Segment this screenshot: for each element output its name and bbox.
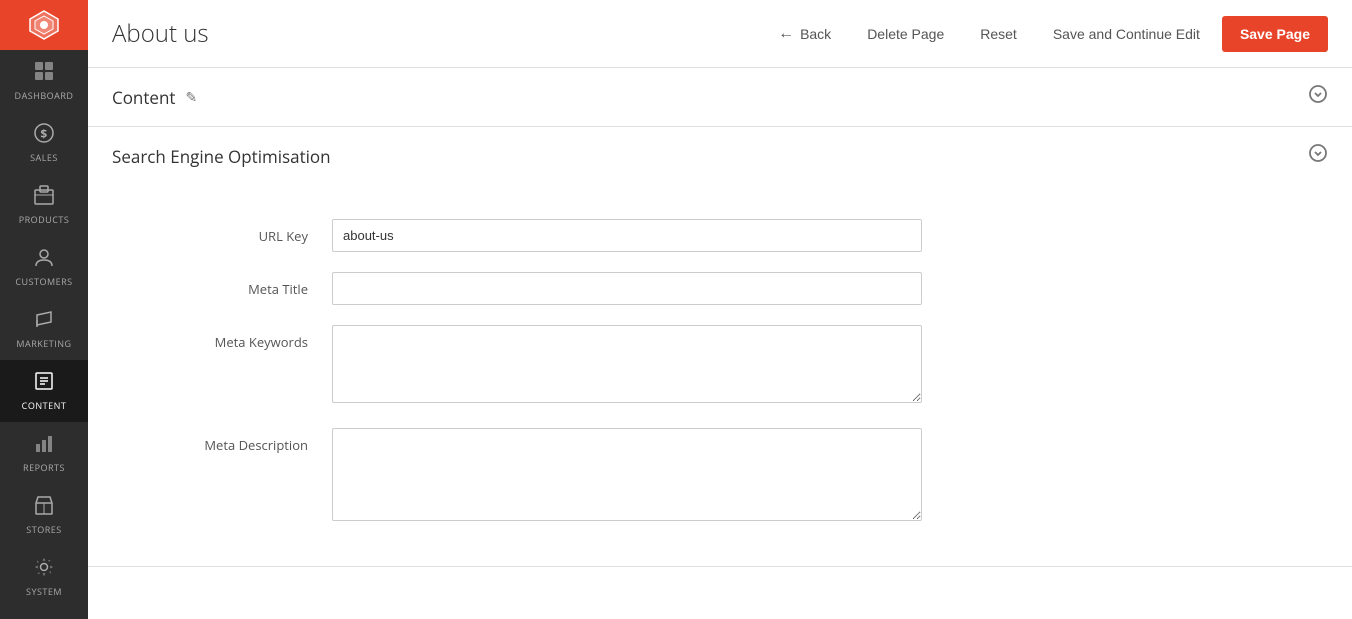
reports-icon — [33, 432, 55, 457]
sales-icon: $ — [33, 122, 55, 147]
reset-label: Reset — [980, 26, 1017, 42]
back-arrow-icon: ← — [778, 25, 794, 43]
sidebar-item-sales[interactable]: $ SALES — [0, 112, 88, 174]
content-section-header[interactable]: Content ✎ — [88, 68, 1352, 126]
seo-form: URL Key Meta Title Meta Keywords — [88, 185, 1352, 566]
sidebar-item-stores[interactable]: STORES — [0, 484, 88, 546]
edit-icon[interactable]: ✎ — [185, 88, 197, 107]
save-page-button[interactable]: Save Page — [1222, 16, 1328, 52]
reset-button[interactable]: Reset — [966, 18, 1031, 50]
content-section-title: Content ✎ — [112, 86, 197, 109]
sidebar-item-content[interactable]: CONTENT — [0, 360, 88, 422]
back-label: Back — [800, 26, 831, 42]
delete-label: Delete Page — [867, 26, 944, 42]
meta-title-row: Meta Title — [88, 262, 1352, 315]
products-icon — [33, 184, 55, 209]
sidebar-item-label: MARKETING — [16, 337, 71, 350]
content-chevron-icon[interactable] — [1308, 84, 1328, 110]
save-continue-button[interactable]: Save and Continue Edit — [1039, 18, 1214, 50]
meta-title-input-wrapper — [332, 272, 922, 305]
url-key-label: URL Key — [112, 219, 332, 245]
sidebar: DASHBOARD $ SALES PRODUCTS CUSTOM — [0, 0, 88, 619]
page-header: About us ← Back Delete Page Reset Save a… — [88, 0, 1352, 68]
meta-keywords-label: Meta Keywords — [112, 325, 332, 351]
url-key-row: URL Key — [88, 209, 1352, 262]
content-area: Content ✎ Search Engine Optimisation — [88, 68, 1352, 619]
sidebar-item-label: CUSTOMERS — [15, 275, 72, 288]
meta-keywords-row: Meta Keywords — [88, 315, 1352, 418]
meta-description-row: Meta Description — [88, 418, 1352, 536]
sidebar-item-label: DASHBOARD — [15, 89, 74, 102]
meta-description-input[interactable] — [332, 428, 922, 521]
marketing-icon — [33, 308, 55, 333]
meta-description-label: Meta Description — [112, 428, 332, 454]
sidebar-item-system[interactable]: SYSTEM — [0, 546, 88, 608]
meta-description-input-wrapper — [332, 428, 922, 526]
seo-chevron-icon[interactable] — [1308, 143, 1328, 169]
content-icon — [33, 370, 55, 395]
stores-icon — [33, 494, 55, 519]
sidebar-item-products[interactable]: PRODUCTS — [0, 174, 88, 236]
main-area: About us ← Back Delete Page Reset Save a… — [88, 0, 1352, 619]
sidebar-item-marketing[interactable]: MARKETING — [0, 298, 88, 360]
page-title: About us — [112, 17, 209, 50]
sidebar-item-label: SALES — [30, 151, 58, 164]
meta-keywords-input-wrapper — [332, 325, 922, 408]
save-label: Save Page — [1240, 26, 1310, 42]
sidebar-item-dashboard[interactable]: DASHBOARD — [0, 50, 88, 112]
system-icon — [33, 556, 55, 581]
content-section: Content ✎ — [88, 68, 1352, 127]
sidebar-logo — [0, 0, 88, 50]
meta-title-label: Meta Title — [112, 272, 332, 298]
seo-title-text: Search Engine Optimisation — [112, 145, 331, 168]
header-actions: ← Back Delete Page Reset Save and Contin… — [764, 16, 1328, 52]
sidebar-item-label: REPORTS — [23, 461, 65, 474]
sidebar-item-label: PRODUCTS — [19, 213, 70, 226]
sidebar-item-label: CONTENT — [22, 399, 67, 412]
url-key-input-wrapper — [332, 219, 922, 252]
seo-section-title: Search Engine Optimisation — [112, 145, 331, 168]
content-title-text: Content — [112, 86, 175, 109]
sidebar-item-label: STORES — [26, 523, 61, 536]
dashboard-icon — [33, 60, 55, 85]
url-key-input[interactable] — [332, 219, 922, 252]
delete-page-button[interactable]: Delete Page — [853, 18, 958, 50]
customers-icon — [33, 246, 55, 271]
seo-section: Search Engine Optimisation URL Key — [88, 127, 1352, 567]
meta-keywords-input[interactable] — [332, 325, 922, 403]
back-button[interactable]: ← Back — [764, 17, 845, 51]
save-continue-label: Save and Continue Edit — [1053, 26, 1200, 42]
sidebar-item-label: SYSTEM — [26, 585, 62, 598]
seo-section-header[interactable]: Search Engine Optimisation — [88, 127, 1352, 185]
meta-title-input[interactable] — [332, 272, 922, 305]
sidebar-item-customers[interactable]: CUSTOMERS — [0, 236, 88, 298]
svg-text:$: $ — [40, 125, 47, 142]
sidebar-item-reports[interactable]: REPORTS — [0, 422, 88, 484]
